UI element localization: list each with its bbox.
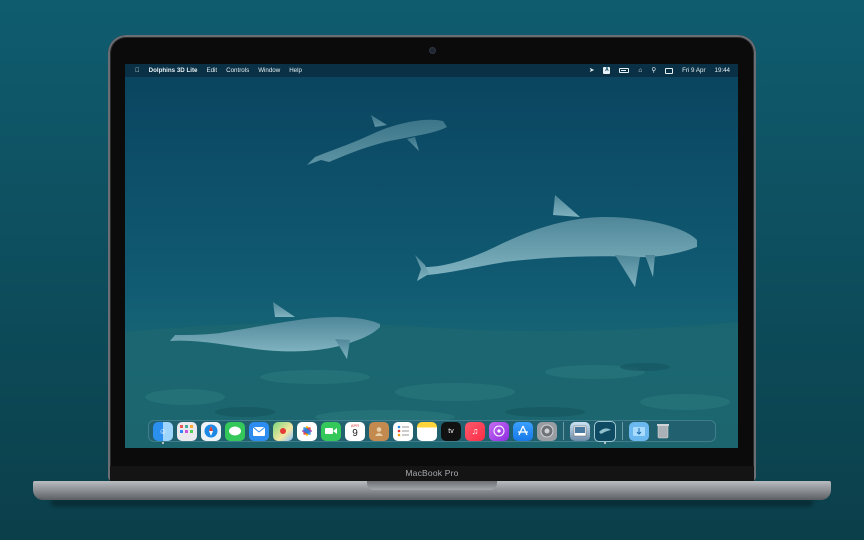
base-notch [367,481,497,490]
dock-separator [563,422,564,440]
app-store-icon[interactable] [513,421,533,441]
menu-edit[interactable]: Edit [206,64,217,77]
messages-icon[interactable] [225,421,245,441]
maps-icon[interactable] [273,421,293,441]
wifi-icon[interactable]: ⌂ [638,64,642,77]
menu-controls[interactable]: Controls [226,64,249,77]
ocean-scene [125,77,738,448]
downloads-folder-icon[interactable] [629,421,649,441]
safari-icon[interactable] [201,421,221,441]
music-icon[interactable]: ♫ [465,421,485,441]
apple-tv-icon[interactable]: tv [441,421,461,441]
menu-time[interactable]: 19:44 [715,64,730,77]
keyboard-input-icon[interactable]: A [603,67,611,74]
menu-bar:  Dolphins 3D Lite Edit Controls Window … [125,64,738,77]
menu-date[interactable]: Fri 9 Apr [682,64,705,77]
brand-label: MacBook Pro [405,468,459,478]
calendar-icon[interactable]: APR 9 [345,421,365,441]
menu-window[interactable]: Window [258,64,280,77]
photos-icon[interactable] [297,421,317,441]
menu-app-name[interactable]: Dolphins 3D Lite [149,64,198,77]
trash-icon[interactable] [653,422,673,441]
reminders-icon[interactable] [393,421,413,441]
control-center-icon[interactable] [665,67,674,74]
apple-menu-icon[interactable]:  [135,64,140,77]
mail-icon[interactable] [249,421,269,441]
dock: ☺ APR 9 tv ♫ [148,420,716,444]
contacts-icon[interactable] [369,421,389,441]
launchpad-icon[interactable] [177,421,197,441]
dolphin-status-icon[interactable]: ➤ [589,64,594,77]
podcasts-icon[interactable] [489,421,509,441]
facetime-icon[interactable] [321,421,341,441]
calendar-day: 9 [352,428,358,439]
dolphin-scene-art [125,77,738,448]
base-shadow [50,500,814,506]
dolphins-3d-icon[interactable] [594,420,616,444]
dock-separator-2 [622,422,623,440]
screen:  Dolphins 3D Lite Edit Controls Window … [125,64,738,448]
menu-help[interactable]: Help [289,64,302,77]
notes-icon[interactable] [417,421,437,441]
apple-tv-label: tv [448,427,454,435]
camera [430,48,435,53]
battery-icon[interactable] [619,68,630,73]
preview-icon[interactable] [570,421,590,441]
search-icon[interactable]: ⚲ [651,64,656,77]
system-preferences-icon[interactable] [537,421,557,441]
finder-icon[interactable]: ☺ [153,421,173,444]
